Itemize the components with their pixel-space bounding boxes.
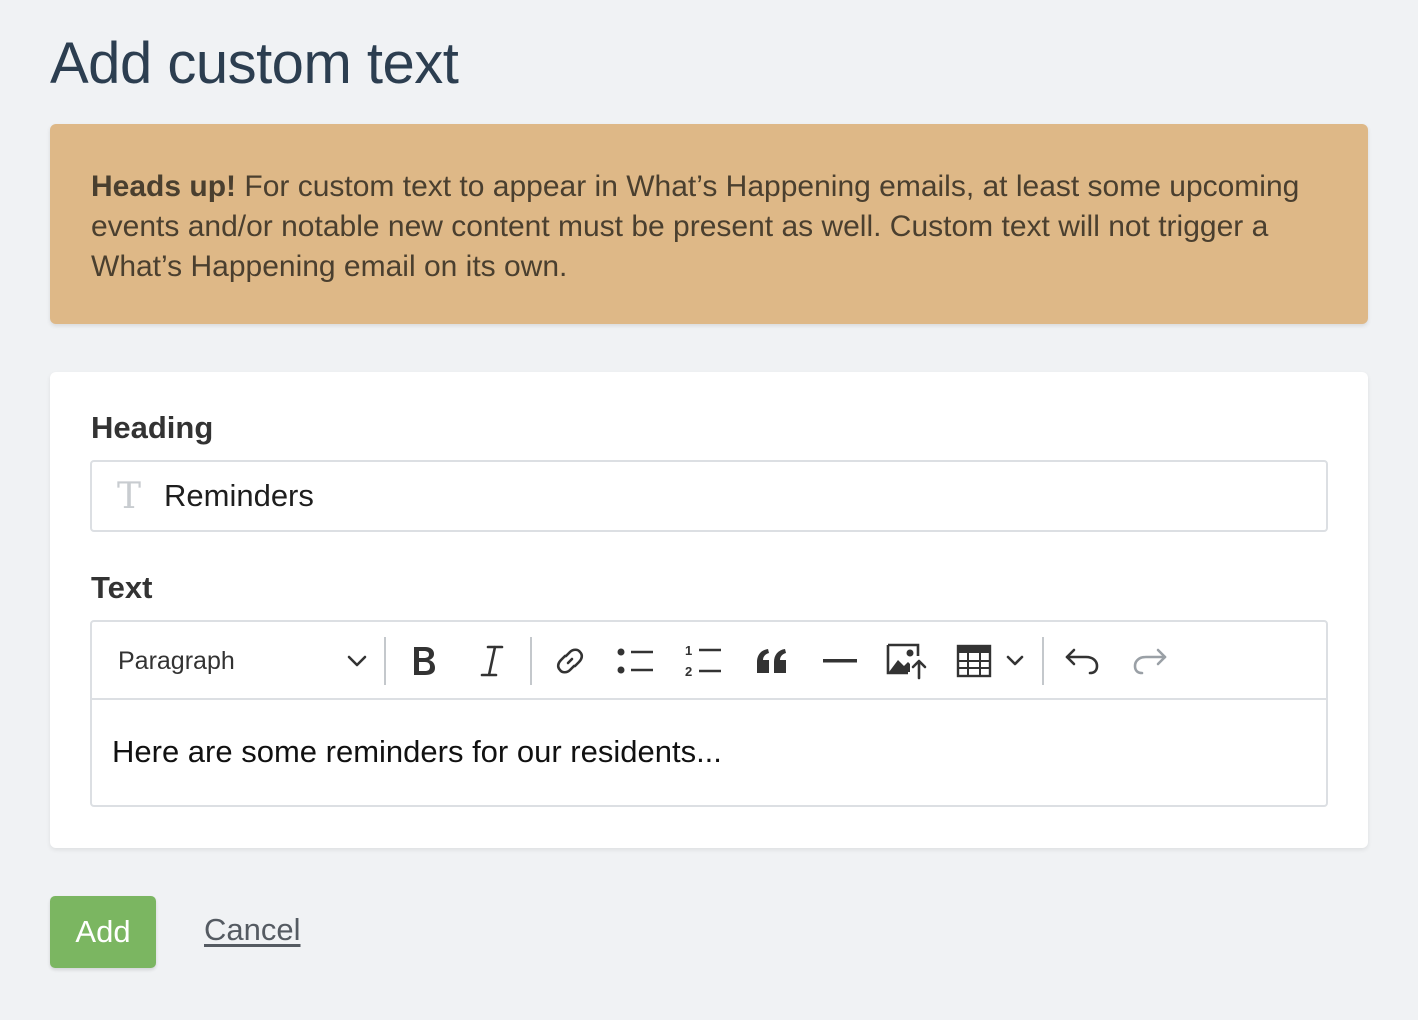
undo-icon [1064,646,1100,676]
toolbar-separator [530,637,532,685]
heading-label: Heading [91,410,214,445]
bold-button[interactable] [402,622,446,700]
redo-icon [1132,646,1168,676]
rich-text-editor: Paragraph 1 2 Here are some reminders fo… [90,620,1328,807]
toolbar-separator [1042,637,1044,685]
link-button[interactable] [546,622,594,700]
chevron-down-icon [346,654,368,668]
cancel-link[interactable]: Cancel [204,912,301,948]
heads-up-alert: Heads up! For custom text to appear in W… [50,124,1368,324]
toolbar-separator [384,637,386,685]
image-upload-button[interactable] [882,622,932,700]
table-dropdown-button[interactable] [1000,622,1030,700]
text-type-icon: T [116,475,141,517]
horizontal-line-icon [822,658,858,664]
numbered-list-icon: 1 2 [685,644,723,678]
svg-text:1: 1 [685,644,692,658]
blockquote-icon [755,647,789,675]
blockquote-button[interactable] [748,622,796,700]
paragraph-style-dropdown[interactable]: Paragraph [118,622,368,700]
bold-icon [409,644,439,678]
undo-button[interactable] [1058,622,1106,700]
custom-text-form: Heading T Reminders Text Paragraph 1 2 H… [50,372,1368,848]
editor-toolbar: Paragraph 1 2 [92,622,1326,700]
image-upload-icon [886,642,928,680]
table-icon [956,644,992,678]
page: Add custom text Heads up! For custom tex… [0,0,1418,1020]
heading-input[interactable]: T Reminders [90,460,1328,532]
bulleted-list-icon [617,646,655,676]
svg-text:2: 2 [685,664,692,678]
horizontal-line-button[interactable] [816,622,864,700]
text-label: Text [91,570,153,605]
redo-button[interactable] [1126,622,1174,700]
insert-table-button[interactable] [954,622,994,700]
heading-input-value[interactable]: Reminders [164,478,314,514]
italic-icon [479,644,505,678]
paragraph-style-label: Paragraph [118,646,235,675]
numbered-list-button[interactable]: 1 2 [680,622,728,700]
link-icon [553,644,587,678]
page-title: Add custom text [50,31,459,96]
editor-content-area[interactable]: Here are some reminders for our resident… [92,700,1326,770]
alert-strong: Heads up! [91,170,237,203]
bulleted-list-button[interactable] [612,622,660,700]
chevron-down-icon [1005,654,1025,668]
add-button[interactable]: Add [50,896,156,968]
alert-message: For custom text to appear in What’s Happ… [91,170,1300,283]
italic-button[interactable] [470,622,514,700]
